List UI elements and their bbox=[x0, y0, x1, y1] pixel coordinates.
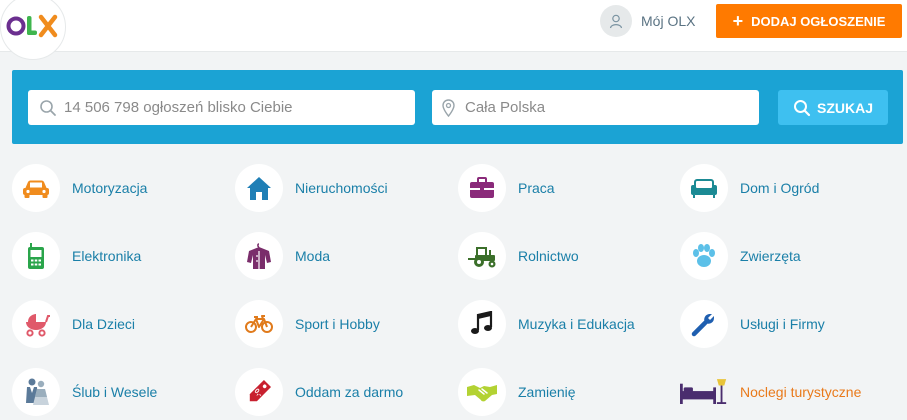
location-pin-icon bbox=[442, 98, 455, 117]
search-input[interactable] bbox=[64, 90, 415, 125]
shirt-icon bbox=[235, 232, 283, 280]
category-label: Zamienię bbox=[518, 384, 576, 400]
category-label: Zwierzęta bbox=[740, 248, 801, 264]
search-icon bbox=[793, 99, 811, 117]
search-bar: SZUKAJ bbox=[12, 70, 903, 144]
category-praca[interactable]: Praca bbox=[458, 163, 555, 213]
category-label: Elektronika bbox=[72, 248, 142, 264]
wedding-couple-icon bbox=[12, 368, 60, 416]
category-sport-i-hobby[interactable]: Sport i Hobby bbox=[235, 299, 380, 349]
bed-icon bbox=[680, 368, 728, 416]
category-slub-i-wesele[interactable]: Ślub i Wesele bbox=[12, 367, 157, 417]
briefcase-icon bbox=[458, 164, 506, 212]
category-noclegi-turystyczne[interactable]: Noclegi turystyczne bbox=[680, 367, 861, 417]
category-label: Ślub i Wesele bbox=[72, 384, 158, 400]
olx-logo-icon bbox=[6, 14, 58, 38]
plus-icon: + bbox=[732, 11, 744, 31]
phone-icon bbox=[12, 232, 60, 280]
tractor-icon bbox=[458, 232, 506, 280]
search-query-field[interactable] bbox=[28, 90, 415, 125]
category-dom-i-ogrod[interactable]: Dom i Ogród bbox=[680, 163, 819, 213]
category-label: Noclegi turystyczne bbox=[740, 384, 862, 400]
sofa-icon bbox=[680, 164, 728, 212]
category-moda[interactable]: Moda bbox=[235, 231, 330, 281]
my-olx-link[interactable]: Mój OLX bbox=[600, 5, 695, 37]
car-icon bbox=[12, 164, 60, 212]
category-label: Moda bbox=[295, 248, 331, 264]
handshake-icon bbox=[458, 368, 506, 416]
category-oddam-za-darmo[interactable]: 0,- Oddam za darmo bbox=[235, 367, 403, 417]
category-dla-dzieci[interactable]: Dla Dzieci bbox=[12, 299, 135, 349]
add-listing-button[interactable]: + DODAJ OGŁOSZENIE bbox=[716, 4, 902, 38]
category-label: Usługi i Firmy bbox=[740, 316, 825, 332]
category-label: Motoryzacja bbox=[72, 180, 148, 196]
stroller-icon bbox=[12, 300, 60, 348]
header-bar: Mój OLX + DODAJ OGŁOSZENIE bbox=[0, 0, 907, 60]
search-button-label: SZUKAJ bbox=[816, 99, 873, 116]
category-zamienie[interactable]: Zamienię bbox=[458, 367, 576, 417]
music-note-icon bbox=[458, 300, 506, 348]
category-label: Rolnictwo bbox=[518, 248, 579, 264]
category-rolnictwo[interactable]: Rolnictwo bbox=[458, 231, 579, 281]
category-nieruchomosci[interactable]: Nieruchomości bbox=[235, 163, 388, 213]
category-label: Oddam za darmo bbox=[295, 384, 404, 400]
wrench-icon bbox=[680, 300, 728, 348]
category-uslugi-i-firmy[interactable]: Usługi i Firmy bbox=[680, 299, 825, 349]
house-icon bbox=[235, 164, 283, 212]
category-label: Dla Dzieci bbox=[72, 316, 136, 332]
olx-logo[interactable] bbox=[0, 0, 66, 60]
search-button[interactable]: SZUKAJ bbox=[778, 90, 888, 125]
bicycle-icon bbox=[235, 300, 283, 348]
location-field[interactable] bbox=[432, 90, 759, 125]
category-elektronika[interactable]: Elektronika bbox=[12, 231, 141, 281]
category-label: Sport i Hobby bbox=[295, 316, 380, 332]
category-label: Muzyka i Edukacja bbox=[518, 316, 635, 332]
my-olx-label: Mój OLX bbox=[641, 13, 696, 29]
price-tag-icon: 0,- bbox=[235, 368, 283, 416]
category-zwierzeta[interactable]: Zwierzęta bbox=[680, 231, 801, 281]
location-input[interactable] bbox=[465, 90, 759, 125]
category-label: Praca bbox=[518, 180, 555, 196]
category-label: Dom i Ogród bbox=[740, 180, 820, 196]
category-muzyka-i-edukacja[interactable]: Muzyka i Edukacja bbox=[458, 299, 635, 349]
category-motoryzacja[interactable]: Motoryzacja bbox=[12, 163, 147, 213]
paw-icon bbox=[680, 232, 728, 280]
category-label: Nieruchomości bbox=[295, 180, 388, 196]
user-avatar-icon bbox=[600, 5, 632, 37]
add-listing-label: DODAJ OGŁOSZENIE bbox=[751, 13, 886, 29]
categories-grid: Motoryzacja Nieruchomości Praca Dom i Og… bbox=[0, 155, 907, 420]
search-icon bbox=[39, 99, 57, 117]
